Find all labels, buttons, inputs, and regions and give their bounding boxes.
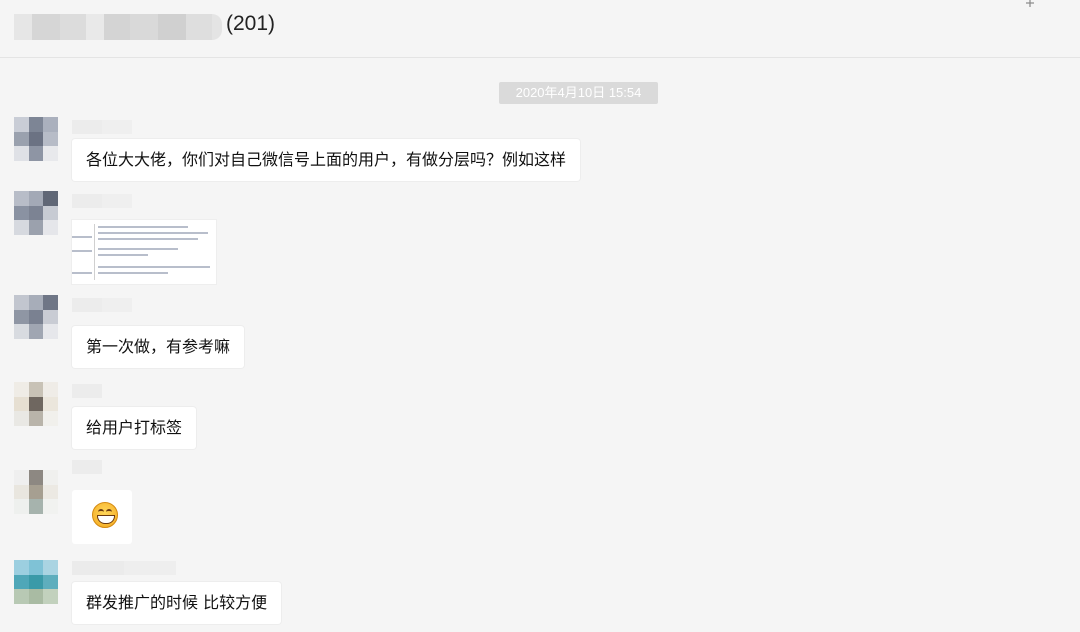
sender-name-blurred [72,298,132,312]
avatar[interactable] [14,191,58,235]
message-text: 群发推广的时候 比较方便 [86,593,268,612]
message-bubble[interactable]: 给用户打标签 [72,407,197,449]
sender-name-blurred [72,460,102,474]
emoji-message[interactable] [72,490,132,544]
group-name-blurred [14,14,222,40]
message-bubble[interactable]: 各位大大佬，你们对自己微信号上面的用户，有做分层吗？例如这样 [72,139,581,181]
pin-icon[interactable] [1024,0,1036,7]
message-bubble[interactable]: 第一次做，有参考嘛 [72,326,245,368]
avatar[interactable] [14,382,58,426]
message-text: 各位大大佬，你们对自己微信号上面的用户，有做分层吗？例如这样 [86,150,567,169]
chat-header: (201) [0,0,1080,58]
message-bubble[interactable]: 群发推广的时候 比较方便 [72,582,282,624]
avatar[interactable] [14,117,58,161]
message-timestamp: 2020年4月10日 15:54 [499,82,658,104]
sender-name-blurred [72,194,132,208]
member-count: (201) [226,12,276,35]
message-text: 第一次做，有参考嘛 [86,337,231,356]
sender-name-blurred [72,384,102,398]
message-text: 给用户打标签 [86,418,183,437]
image-message[interactable] [72,220,216,284]
avatar[interactable] [14,295,58,339]
sender-name-blurred [72,561,176,575]
sender-name-blurred [72,120,132,134]
avatar[interactable] [14,560,58,604]
avatar[interactable] [14,470,58,514]
grinning-face-emoji [92,502,118,528]
